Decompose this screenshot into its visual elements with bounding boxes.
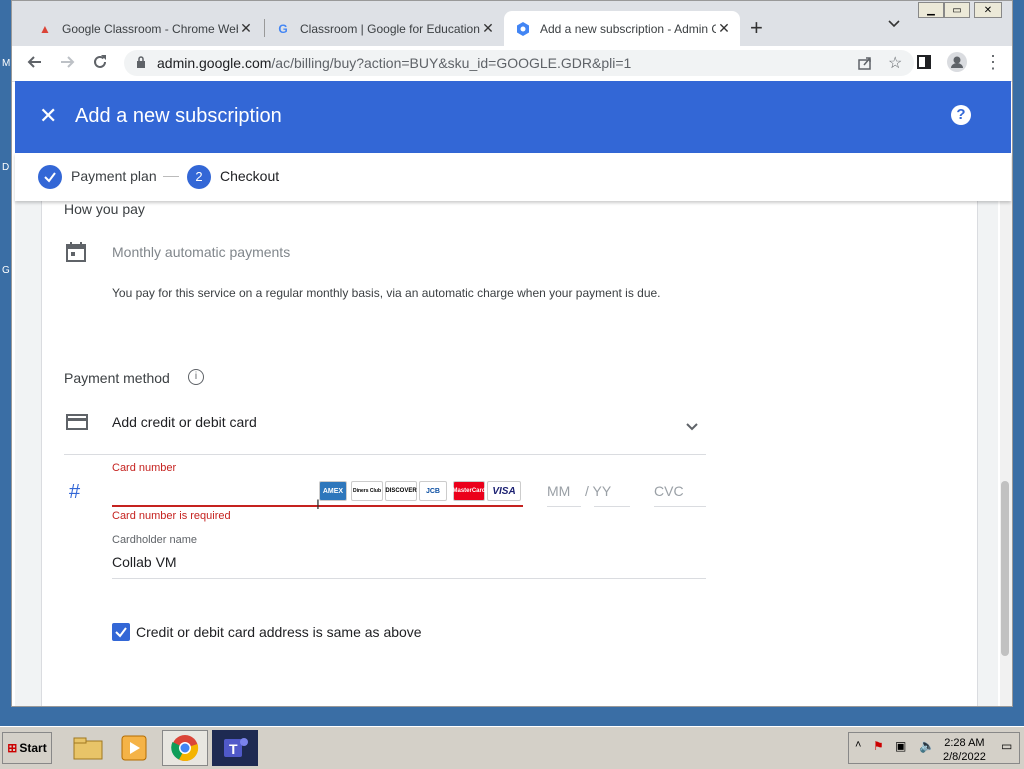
tab-title: Classroom | Google for Education [300,21,480,36]
chevron-down-icon[interactable] [686,418,698,436]
teams-icon[interactable]: T [212,730,258,766]
address-same-label[interactable]: Credit or debit card address is same as … [136,624,422,640]
chrome-taskbar-icon[interactable] [162,730,208,766]
text-cursor-icon: I [316,496,320,512]
step-checkout: Checkout [220,168,280,184]
step-number: 2 [187,165,211,189]
tab-web-store[interactable]: ▲ Google Classroom - Chrome Web St ✕ [26,11,262,46]
lock-icon [136,56,146,74]
payment-description: You pay for this service on a regular mo… [112,286,661,300]
address-same-checkbox[interactable] [112,623,130,641]
checkout-stepper: Payment plan 2 Checkout [15,153,1011,201]
calendar-icon [66,242,86,267]
media-player-icon[interactable] [114,730,154,766]
side-panel-icon[interactable] [916,54,932,75]
system-tray: ˄ ⚑ ▣ 🔈 2:28 AM 2/8/2022 ▭ [848,732,1020,764]
reload-icon[interactable] [92,54,108,75]
google-icon: G [278,21,288,36]
volume-icon[interactable]: 🔈 [919,738,935,754]
browser-window: ▲ Google Classroom - Chrome Web St ✕ G C… [11,0,1013,707]
tab-add-subscription[interactable]: Add a new subscription - Admin Co ✕ [504,11,740,46]
url-path: /ac/billing/buy?action=BUY&sku_id=GOOGLE… [271,55,632,71]
clock-date: 2/8/2022 [943,751,986,763]
show-hidden-icons-icon[interactable]: ˄ [855,739,861,751]
tab-strip: ▲ Google Classroom - Chrome Web St ✕ G C… [12,1,1012,46]
browser-toolbar: admin.google.com/ac/billing/buy?action=B… [12,46,1012,82]
mastercard-logo: MasterCard [453,481,486,501]
profile-avatar-icon[interactable] [947,52,967,77]
tab-title: Google Classroom - Chrome Web St [62,21,238,36]
cardholder-input[interactable]: Collab VM [112,554,706,576]
checkout-card: How you pay Monthly automatic payments Y… [41,201,978,706]
card-number-error: Card number is required [112,510,231,522]
bookmark-star-icon[interactable]: ☆ [888,53,902,73]
payment-method-heading: Payment method [64,370,170,386]
back-icon[interactable] [26,54,42,75]
payment-method-selector[interactable]: Add credit or debit card [64,405,706,445]
clock-time: 2:28 AM [944,737,985,749]
taskbar: ⊞ Start T ˄ ⚑ ▣ 🔈 2:28 AM 2/8/2022 ▭ [0,726,1024,769]
help-icon[interactable]: ? [951,105,971,125]
url-host: admin.google.com [157,55,272,71]
action-center-icon[interactable]: ⚑ [873,739,884,753]
hash-icon: # [69,481,81,503]
show-desktop-icon[interactable]: ▭ [1001,739,1012,753]
expiry-year-input[interactable]: / YY [585,483,629,505]
app-header: ✕ Add a new subscription ? [15,81,1011,153]
page-scrollbar[interactable] [1000,201,1012,706]
share-icon[interactable] [857,55,873,76]
expiry-month-input[interactable]: MM [547,483,581,505]
file-explorer-icon[interactable] [68,730,108,766]
content-area: How you pay Monthly automatic payments Y… [15,201,998,706]
visa-logo: VISA [487,481,521,501]
desktop-label: G [2,265,10,276]
payment-method-label: Add credit or debit card [112,414,257,430]
close-window-icon[interactable]: ✕ [974,2,1002,18]
close-icon[interactable]: ✕ [39,103,57,129]
web-store-icon: ▲ [39,21,51,36]
scrollbar-thumb[interactable] [1001,481,1009,656]
jcb-logo: JCB [419,481,447,501]
close-tab-icon[interactable]: ✕ [238,20,254,37]
new-tab-icon[interactable]: + [750,15,763,41]
info-icon[interactable]: i [188,369,204,385]
checkmark-icon [38,165,62,189]
credit-card-icon [66,414,88,435]
cvc-input[interactable]: CVC [654,483,706,505]
menu-kebab-icon[interactable]: ⋮ [984,52,1002,73]
diners-club-logo: Diners Club [351,481,383,501]
discover-logo: DISCOVER [385,481,417,501]
tab-classroom[interactable]: G Classroom | Google for Education ✕ [264,11,504,46]
start-button[interactable]: ⊞ Start [2,732,52,764]
admin-console-icon [516,21,530,36]
page-title: Add a new subscription [75,105,282,127]
maximize-icon[interactable]: ▭ [944,2,970,18]
desktop-label: M [2,58,11,69]
payment-frequency: Monthly automatic payments [112,244,291,260]
network-icon[interactable]: ▣ [895,739,906,753]
forward-icon[interactable] [60,54,76,75]
tab-title: Add a new subscription - Admin Co [540,21,716,36]
tab-search-chevron-icon[interactable] [888,17,900,31]
clock[interactable]: 2:28 AM 2/8/2022 [943,736,986,764]
step-payment-plan[interactable]: Payment plan [71,168,157,184]
start-label: Start [19,741,47,755]
how-you-pay-heading: How you pay [64,201,145,217]
close-tab-icon[interactable]: ✕ [716,20,732,37]
close-tab-icon[interactable]: ✕ [480,20,496,37]
address-bar[interactable]: admin.google.com/ac/billing/buy?action=B… [124,50,914,76]
minimize-icon[interactable]: ▁ [918,2,944,18]
svg-text:T: T [229,741,238,757]
windows-logo-icon: ⊞ [7,741,18,755]
desktop-label: D [2,162,10,173]
amex-logo: AMEX [319,481,347,501]
card-number-label: Card number [112,462,177,474]
cardholder-label: Cardholder name [112,534,197,546]
